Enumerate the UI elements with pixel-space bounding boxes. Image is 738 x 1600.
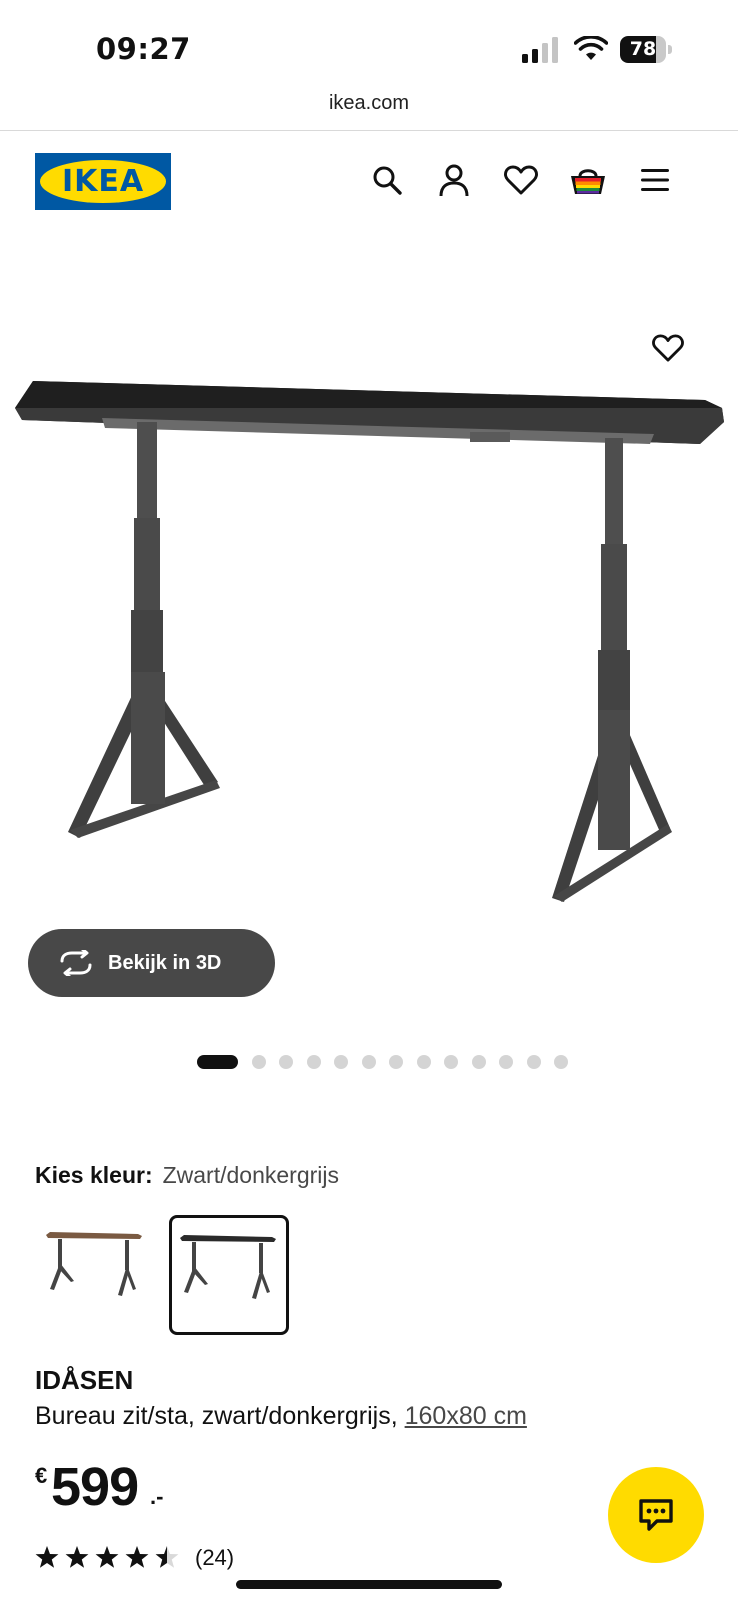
rating-star-fill <box>125 1546 149 1568</box>
gallery-dot[interactable] <box>416 1055 431 1069</box>
logo-text: IKEA <box>61 164 145 199</box>
rating-stars <box>35 1546 179 1568</box>
account-icon[interactable] <box>435 161 473 199</box>
view-in-3d-label: Bekijk in 3D <box>108 951 222 974</box>
gallery-dot[interactable] <box>554 1055 568 1069</box>
review-count[interactable]: (24) <box>195 1545 234 1571</box>
battery-level: 78 <box>629 38 657 60</box>
add-to-wishlist-button[interactable] <box>648 328 688 368</box>
product-name: IDÅSEN <box>35 1365 134 1395</box>
color-label: Kies kleur: <box>35 1162 153 1188</box>
color-option-black[interactable] <box>169 1215 289 1335</box>
rotate-3d-icon <box>58 948 94 978</box>
basket-icon[interactable] <box>569 161 607 199</box>
gallery-dot[interactable] <box>251 1055 266 1069</box>
rating-star-fill <box>95 1546 119 1568</box>
rating-star-fill <box>65 1546 89 1568</box>
gallery-dot[interactable] <box>389 1055 403 1069</box>
home-indicator <box>236 1580 502 1589</box>
gallery-dot[interactable] <box>197 1055 238 1069</box>
heart-icon[interactable] <box>502 161 540 199</box>
color-value: Zwart/donkergrijs <box>162 1162 339 1188</box>
chat-icon <box>639 1499 673 1531</box>
gallery-dot[interactable] <box>306 1055 321 1069</box>
gallery-dot[interactable] <box>526 1055 541 1069</box>
site-header: IKEA <box>0 131 738 231</box>
price-integer: 599 <box>51 1457 139 1517</box>
search-icon[interactable] <box>368 161 406 199</box>
product-description: Bureau zit/sta, zwart/donkergrijs, 160x8… <box>35 1400 527 1432</box>
chat-button[interactable] <box>608 1467 704 1563</box>
size-link[interactable]: 160x80 cm <box>405 1402 527 1430</box>
gallery-dot[interactable] <box>444 1055 458 1069</box>
status-time: 09:27 <box>96 32 191 66</box>
heart-icon <box>652 334 684 362</box>
gallery-dot[interactable] <box>334 1055 348 1069</box>
cellular-signal-icon <box>522 37 558 63</box>
product-gallery[interactable]: Bekijk in 3D <box>0 232 738 1069</box>
color-selector-label: Kies kleur: Zwart/donkergrijs <box>35 1160 339 1190</box>
price-decimal: .- <box>150 1484 164 1509</box>
view-in-3d-button[interactable]: Bekijk in 3D <box>28 929 275 997</box>
gallery-dot[interactable] <box>499 1055 513 1069</box>
gallery-dot[interactable] <box>361 1055 376 1069</box>
rating-star-fill <box>35 1546 59 1568</box>
price-currency: € <box>35 1463 48 1488</box>
color-option-oak[interactable] <box>36 1215 156 1335</box>
menu-icon[interactable] <box>636 161 674 199</box>
address-bar[interactable]: ikea.com <box>0 90 738 130</box>
status-bar: 09:27 78 <box>0 0 738 90</box>
wifi-icon <box>574 36 608 60</box>
ikea-logo[interactable]: IKEA <box>35 153 171 210</box>
product-image[interactable] <box>0 232 738 932</box>
product-type: Bureau zit/sta, zwart/donkergrijs, <box>35 1402 398 1430</box>
product-rating[interactable]: (24) <box>35 1543 234 1573</box>
gallery-dot[interactable] <box>279 1055 293 1069</box>
battery-indicator: 78 <box>620 36 672 63</box>
gallery-pagination[interactable] <box>197 1054 582 1070</box>
gallery-dot[interactable] <box>471 1055 486 1069</box>
